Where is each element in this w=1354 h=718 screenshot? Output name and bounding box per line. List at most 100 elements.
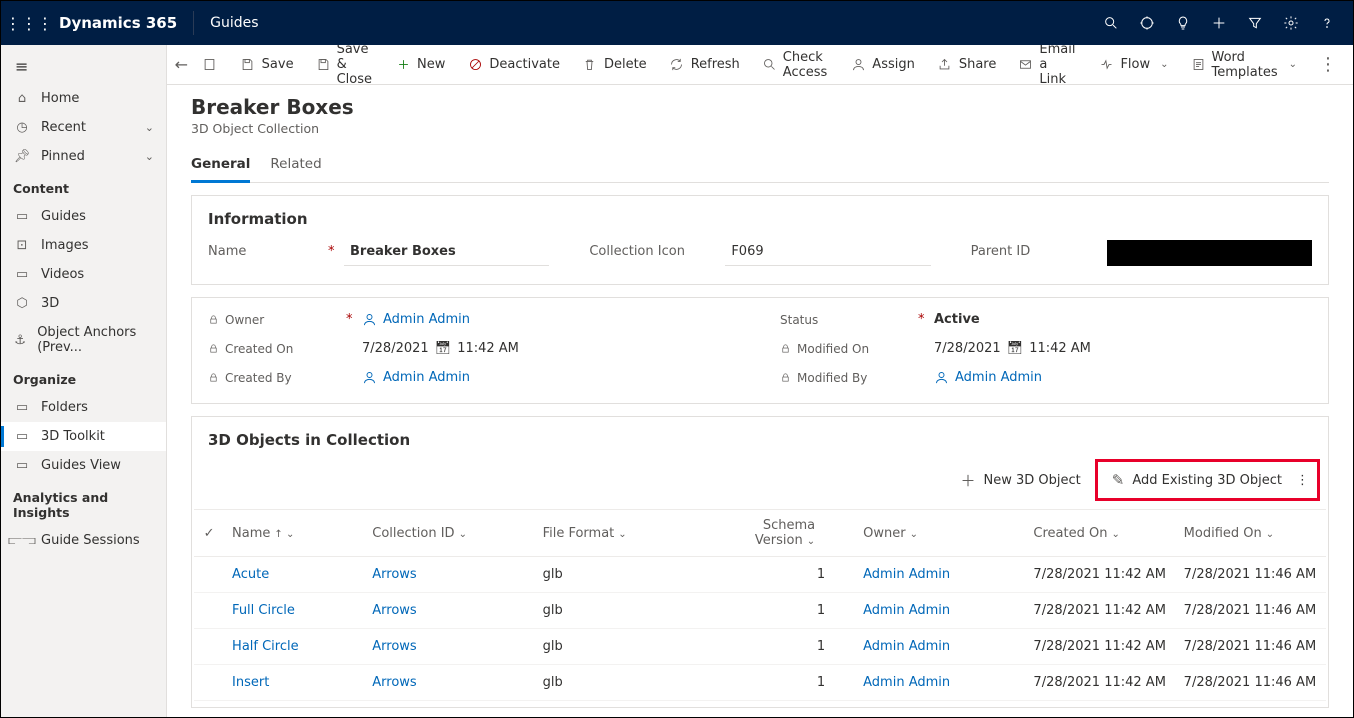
cell-collection-id[interactable]: Arrows [364, 665, 534, 701]
col-collection-id[interactable]: Collection ID⌄ [364, 510, 534, 557]
col-modified-on[interactable]: Modified On⌄ [1176, 510, 1326, 557]
add-existing-icon: ✎ [1112, 471, 1125, 489]
assign-button[interactable]: Assign [840, 51, 925, 79]
cell-file-format: glb [535, 629, 705, 665]
sidebar-group-analytics: Analytics and Insights [1, 480, 166, 526]
sidebar-item-anchors[interactable]: ⚓︎Object Anchors (Prev... [1, 318, 166, 362]
cell-file-format: glb [535, 665, 705, 701]
new-button[interactable]: New [385, 51, 455, 79]
sidebar-item-home[interactable]: ⌂Home [1, 84, 166, 113]
back-button[interactable]: ← [173, 55, 190, 74]
col-created-on[interactable]: Created On⌄ [1025, 510, 1175, 557]
filter-icon[interactable] [1237, 1, 1273, 45]
more-objects-button[interactable]: ⋮ [1292, 467, 1313, 494]
table-row[interactable]: Full CircleArrowsglb1Admin Admin7/28/202… [194, 593, 1326, 629]
pin-icon: 📌︎ [13, 149, 31, 164]
col-name[interactable]: Name↑ ⌄ [224, 510, 364, 557]
col-schema-version[interactable]: Schema Version⌄ [705, 510, 855, 557]
gear-icon[interactable] [1273, 1, 1309, 45]
select-all-checkbox[interactable]: ✓ [194, 510, 224, 557]
cell-modified-on: 7/28/2021 11:46 AM [1176, 593, 1326, 629]
row-checkbox[interactable] [194, 629, 224, 665]
parent-id-field-redacted [1107, 240, 1312, 266]
form-tabs: General Related [191, 150, 1329, 183]
sidebar-item-sessions[interactable]: ⫍⫎Guide Sessions [1, 526, 166, 555]
name-field[interactable]: Breaker Boxes [344, 240, 549, 266]
cell-owner[interactable]: Admin Admin [855, 665, 1025, 701]
check-access-button[interactable]: Check Access [752, 45, 839, 86]
created-by-value[interactable]: Admin Admin [362, 370, 470, 385]
folder-icon: ▭ [13, 429, 31, 444]
calendar-icon: 📅︎ [435, 341, 452, 356]
chevron-down-icon: ⌄ [1289, 59, 1297, 70]
row-checkbox[interactable] [194, 665, 224, 701]
table-row[interactable]: Half CircleArrowsglb1Admin Admin7/28/202… [194, 629, 1326, 665]
lock-icon [780, 372, 791, 383]
more-commands-button[interactable]: ⋮ [1309, 48, 1347, 81]
owner-value[interactable]: Admin Admin [362, 312, 470, 327]
cell-name[interactable]: Full Circle [224, 593, 364, 629]
table-row[interactable]: InsertArrowsglb1Admin Admin7/28/2021 11:… [194, 665, 1326, 701]
search-icon[interactable] [1093, 1, 1129, 45]
lightbulb-icon[interactable] [1165, 1, 1201, 45]
collection-icon-field[interactable]: F069 [725, 240, 930, 266]
sidebar-item-guides-view[interactable]: ▭Guides View [1, 451, 166, 480]
command-bar: ← Save Save & Close New Deactivate Delet… [167, 45, 1353, 85]
cell-owner[interactable]: Admin Admin [855, 557, 1025, 593]
flow-button[interactable]: Flow⌄ [1088, 51, 1178, 79]
owner-label: Owner [208, 313, 338, 327]
share-button[interactable]: Share [927, 51, 1007, 79]
modified-by-value[interactable]: Admin Admin [934, 370, 1042, 385]
plus-icon[interactable] [1201, 1, 1237, 45]
show-pane-button[interactable] [192, 51, 228, 79]
sidebar-item-recent[interactable]: ◷Recent⌄ [1, 113, 166, 142]
save-button[interactable]: Save [230, 51, 304, 79]
meta-section: Owner * Admin Admin Status * Active Crea… [191, 297, 1329, 404]
hamburger-icon[interactable]: ≡ [1, 49, 166, 84]
app-launcher-icon[interactable]: ⋮⋮⋮ [9, 14, 49, 33]
delete-button[interactable]: Delete [572, 51, 657, 79]
help-icon[interactable] [1309, 1, 1345, 45]
highlight-box: ✎Add Existing 3D Object ⋮ [1095, 459, 1320, 501]
sidebar-item-3d[interactable]: ⬡3D [1, 289, 166, 318]
page-title: Breaker Boxes [191, 95, 1329, 119]
cell-owner[interactable]: Admin Admin [855, 629, 1025, 665]
calendar-icon: 📅︎ [1007, 341, 1024, 356]
refresh-button[interactable]: Refresh [659, 51, 750, 79]
cell-owner[interactable]: Admin Admin [855, 593, 1025, 629]
word-templates-button[interactable]: Word Templates⌄ [1181, 45, 1307, 86]
deactivate-button[interactable]: Deactivate [457, 51, 570, 79]
cell-collection-id[interactable]: Arrows [364, 629, 534, 665]
cell-created-on: 7/28/2021 11:42 AM [1025, 665, 1175, 701]
sidebar-item-images[interactable]: ⊡Images [1, 231, 166, 260]
cell-collection-id[interactable]: Arrows [364, 557, 534, 593]
sidebar-item-pinned[interactable]: 📌︎Pinned⌄ [1, 142, 166, 171]
created-on-label: Created On [208, 342, 338, 356]
tab-general[interactable]: General [191, 150, 250, 183]
information-header: Information [208, 210, 1312, 228]
row-checkbox[interactable] [194, 593, 224, 629]
cell-name[interactable]: Acute [224, 557, 364, 593]
sidebar-item-3d-toolkit[interactable]: ▭3D Toolkit [1, 422, 166, 451]
objects-toolbar: ＋New 3D Object ✎Add Existing 3D Object ⋮ [194, 459, 1326, 509]
col-file-format[interactable]: File Format⌄ [535, 510, 705, 557]
col-owner[interactable]: Owner⌄ [855, 510, 1025, 557]
row-checkbox[interactable] [194, 557, 224, 593]
cell-modified-on: 7/28/2021 11:46 AM [1176, 629, 1326, 665]
cell-schema-version: 1 [705, 557, 855, 593]
cell-collection-id[interactable]: Arrows [364, 593, 534, 629]
table-row[interactable]: AcuteArrowsglb1Admin Admin7/28/2021 11:4… [194, 557, 1326, 593]
created-on-time: 11:42 AM [457, 341, 519, 356]
cell-created-on: 7/28/2021 11:42 AM [1025, 593, 1175, 629]
target-icon[interactable] [1129, 1, 1165, 45]
app-name[interactable]: Guides [200, 15, 268, 31]
sidebar-item-guides[interactable]: ▭Guides [1, 202, 166, 231]
chevron-down-icon: ⌄ [145, 121, 154, 134]
sidebar-item-videos[interactable]: ▭Videos [1, 260, 166, 289]
cell-name[interactable]: Half Circle [224, 629, 364, 665]
sidebar-item-folders[interactable]: ▭Folders [1, 393, 166, 422]
cell-name[interactable]: Insert [224, 665, 364, 701]
tab-related[interactable]: Related [270, 150, 321, 182]
add-existing-3d-object-button[interactable]: ✎Add Existing 3D Object [1102, 465, 1292, 495]
new-3d-object-button[interactable]: ＋New 3D Object [950, 464, 1090, 497]
